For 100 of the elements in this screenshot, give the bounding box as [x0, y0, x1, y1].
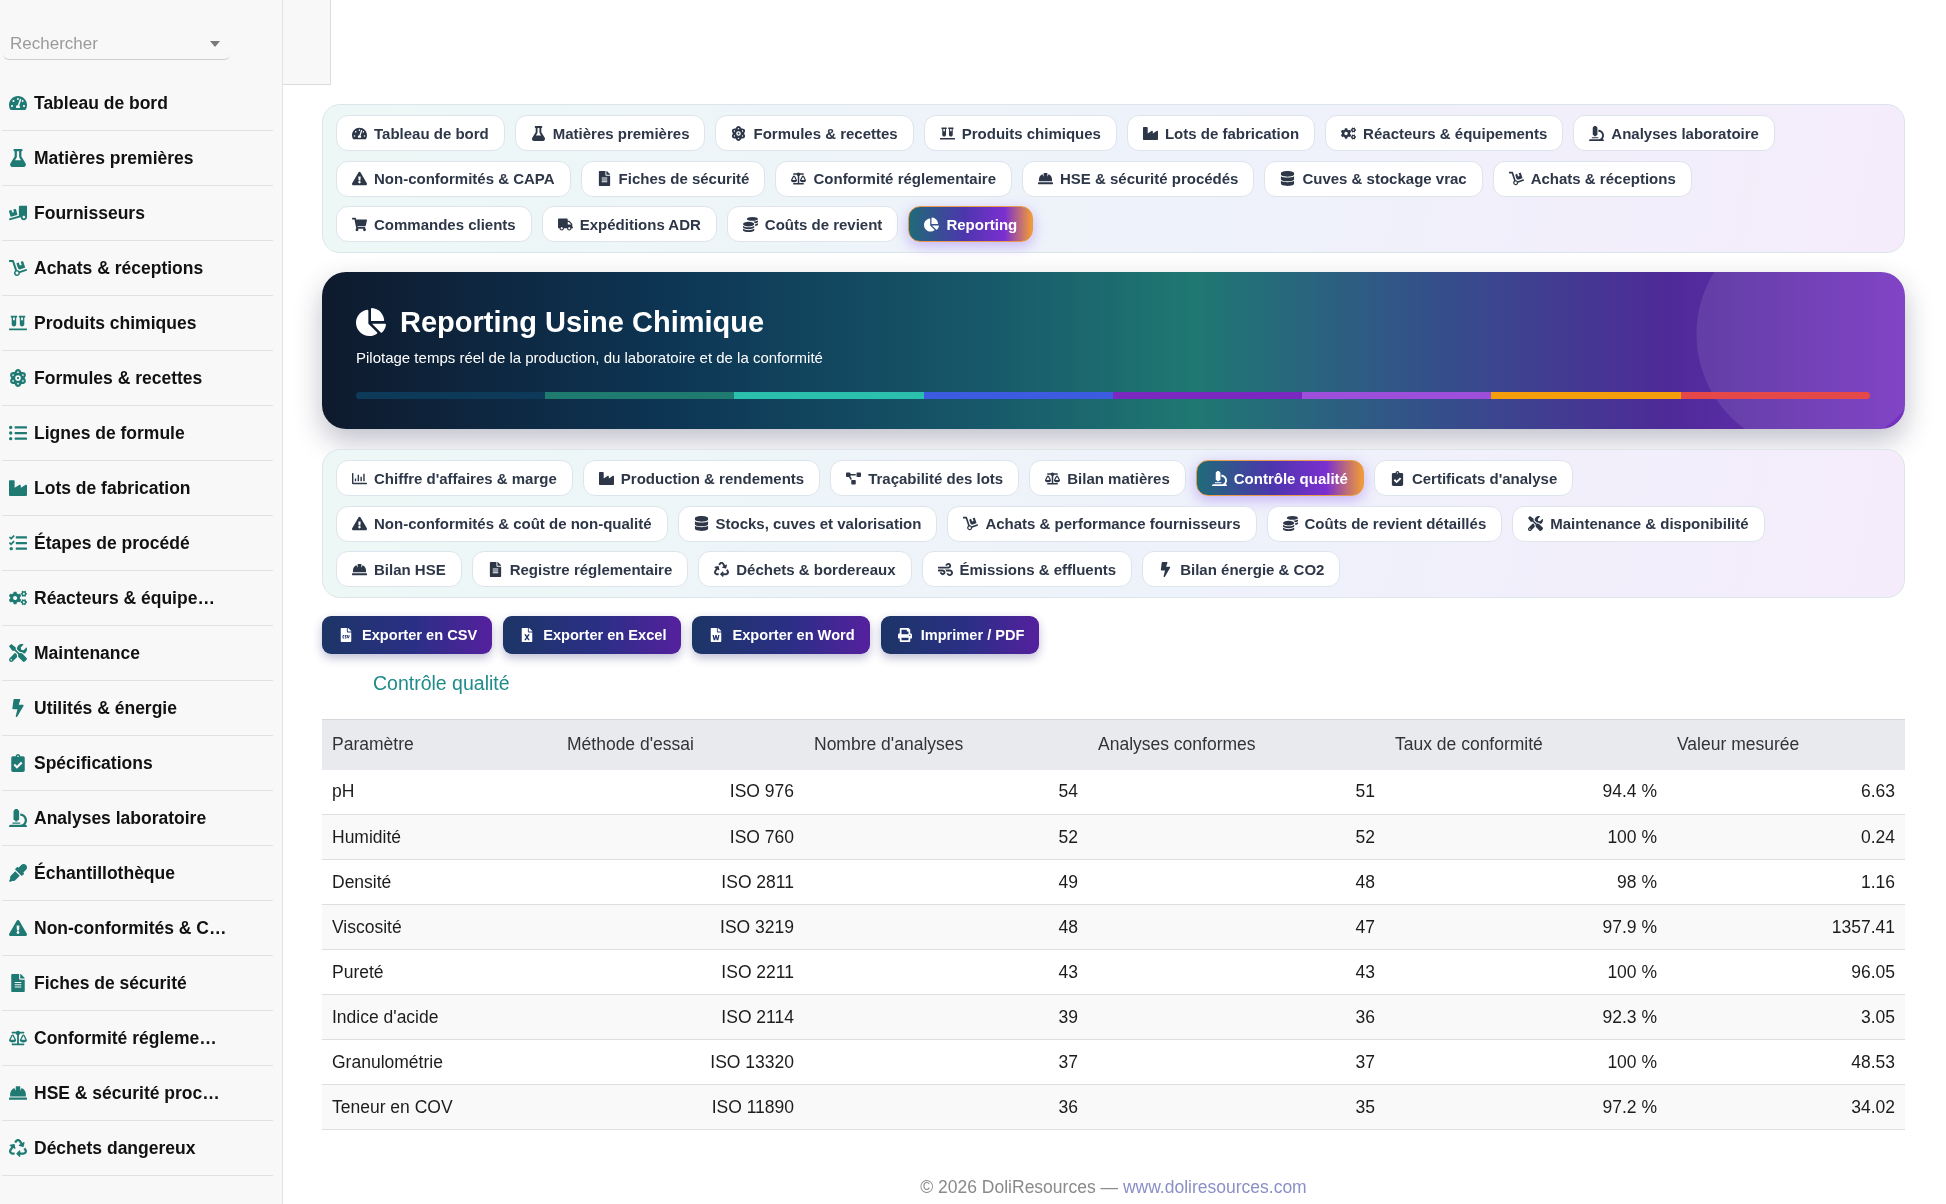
gauge-icon	[9, 94, 27, 112]
copyright-text: © 2026 DoliResources —	[920, 1177, 1118, 1197]
table-cell: 47	[1088, 904, 1385, 950]
recycle-icon	[714, 561, 730, 577]
export-button[interactable]: Imprimer / PDF	[880, 616, 1040, 654]
table-cell: 97.9 %	[1385, 904, 1667, 950]
banner-subtitle: Pilotage temps réel de la production, du laboratoire et de la conformité	[356, 349, 824, 367]
factory-icon	[598, 470, 614, 486]
nav-tab[interactable]: Commandes clients	[336, 206, 532, 242]
table-cell: 39	[804, 994, 1088, 1040]
table-cell: 54	[804, 769, 1088, 815]
nav-tab[interactable]: Bilan HSE	[336, 551, 462, 587]
nav-tab[interactable]: Matières premières	[514, 115, 706, 151]
export-button[interactable]: Exporter en Word	[692, 616, 870, 654]
section-title: Contrôle qualité	[373, 671, 510, 695]
printer-icon	[897, 628, 912, 642]
nav-tab[interactable]: Cuves & stockage vrac	[1264, 160, 1483, 197]
sidebar-item[interactable]: Fournisseurs	[2, 186, 273, 241]
sidebar-item[interactable]: Formules & recettes	[2, 351, 273, 406]
nav-tab[interactable]: Production & rendements	[582, 460, 821, 496]
excel-file-icon	[520, 628, 535, 642]
caret-icon	[210, 40, 220, 47]
tools-icon	[1528, 516, 1544, 531]
microscope-icon	[1589, 125, 1605, 141]
nav-tab[interactable]: Analyses laboratoire	[1573, 115, 1775, 151]
nav-tab[interactable]: Conformité réglementaire	[775, 160, 1012, 197]
sidebar-item[interactable]: Tableau de bord	[2, 76, 273, 131]
nav-tab[interactable]: Fiches de sécurité	[580, 160, 766, 197]
balance-scale-icon	[791, 171, 807, 186]
table-cell: Densité	[322, 859, 557, 905]
nav-tab[interactable]: Formules & recettes	[715, 115, 914, 151]
nav-tab[interactable]: Non-conformités & CAPA	[336, 160, 571, 197]
sidebar-item[interactable]: Conformité régleme…	[2, 1011, 273, 1066]
sidebar-item[interactable]: Lots de fabrication	[2, 461, 273, 516]
sidebar-item[interactable]: Maintenance	[2, 626, 273, 681]
table-cell: ISO 3219	[557, 904, 804, 950]
column-header: Nombre d'analyses	[804, 719, 1088, 770]
nav-tab[interactable]: Lots de fabrication	[1126, 115, 1316, 151]
nav-tab[interactable]: Tableau de bord	[336, 115, 505, 151]
pie-chart-icon	[356, 307, 386, 337]
export-button[interactable]: Exporter en CSV	[322, 616, 493, 654]
nav-tab[interactable]: Traçabilité des lots	[830, 460, 1020, 496]
nav-tab[interactable]: Certificats d'analyse	[1373, 460, 1574, 496]
nav-tab[interactable]: Bilan matières	[1029, 460, 1186, 496]
sidebar-item[interactable]: Réacteurs & équipe…	[2, 571, 273, 626]
nav-tab[interactable]: Achats & réceptions	[1492, 160, 1692, 197]
table-cell: 43	[804, 949, 1088, 995]
sidebar-item[interactable]: HSE & sécurité proc…	[2, 1066, 273, 1121]
coins-icon	[1282, 516, 1298, 531]
sidebar-item[interactable]: Échantillothèque	[2, 846, 273, 901]
nav-tab[interactable]: Expéditions ADR	[541, 206, 717, 242]
table-cell: Pureté	[322, 949, 557, 995]
banner-title: Reporting Usine Chimique	[400, 305, 765, 339]
nav-tab[interactable]: Non-conformités & coût de non-qualité	[336, 505, 668, 542]
table-cell: 36	[1088, 994, 1385, 1040]
sidebar-item[interactable]: Non-conformités & C…	[2, 901, 273, 956]
microscope-icon	[1211, 470, 1227, 486]
sidebar-item[interactable]: Étapes de procédé	[2, 516, 273, 571]
nav-tab[interactable]: Reporting	[908, 206, 1034, 242]
nav-tab[interactable]: Bilan énergie & CO2	[1142, 551, 1341, 587]
nav-tab[interactable]: Réacteurs & équipements	[1325, 115, 1564, 151]
nav-tab[interactable]: Déchets & bordereaux	[698, 551, 912, 587]
nav-tab[interactable]: Chiffre d'affaires & marge	[336, 460, 573, 496]
sidebar-item[interactable]: Lignes de formule	[2, 406, 273, 461]
sidebar-item[interactable]: Spécifications	[2, 736, 273, 791]
sidebar-item[interactable]: Matières premières	[2, 131, 273, 186]
table-cell: 1357.41	[1667, 904, 1905, 950]
nav-tab[interactable]: Registre réglementaire	[471, 551, 689, 587]
csv-file-icon	[339, 628, 353, 642]
diagram-icon	[846, 470, 862, 486]
sidebar-item[interactable]: Utilités & énergie	[2, 681, 273, 736]
nav-tab[interactable]: HSE & sécurité procédés	[1022, 160, 1255, 197]
nav-tab[interactable]: Émissions & effluents	[921, 551, 1133, 587]
nav-tab[interactable]: Produits chimiques	[923, 115, 1117, 151]
sidebar-item[interactable]: Analyses laboratoire	[2, 791, 273, 846]
table-cell: ISO 2114	[557, 994, 804, 1040]
table-cell: 35	[1088, 1084, 1385, 1130]
tools-icon	[9, 644, 27, 662]
warning-icon	[352, 516, 367, 531]
sidebar-item[interactable]: Fiches de sécurité	[2, 956, 273, 1011]
checklist-icon	[9, 534, 27, 552]
nav-tab[interactable]: Achats & performance fournisseurs	[947, 505, 1257, 542]
table-cell: 100 %	[1385, 814, 1667, 860]
nav-tab[interactable]: Coûts de revient détaillés	[1266, 505, 1503, 542]
table-cell: ISO 976	[557, 769, 804, 815]
nav-tab[interactable]: Maintenance & disponibilité	[1512, 505, 1765, 542]
table-cell: 37	[804, 1039, 1088, 1085]
sidebar-item[interactable]: Produits chimiques	[2, 296, 273, 351]
nav-tab[interactable]: Contrôle qualité	[1195, 460, 1364, 496]
table-cell: 6.63	[1667, 769, 1905, 815]
table-cell: Viscosité	[322, 904, 557, 950]
atom-icon	[9, 369, 27, 387]
gears-icon	[1341, 125, 1357, 141]
sidebar-item[interactable]: Achats & réceptions	[2, 241, 273, 296]
nav-tab[interactable]: Stocks, cuves et valorisation	[677, 505, 938, 542]
sidebar-item[interactable]: Déchets dangereux	[2, 1121, 273, 1176]
nav-tab[interactable]: Coûts de revient	[726, 206, 899, 242]
recycle-icon	[9, 1139, 27, 1157]
export-button[interactable]: Exporter en Excel	[503, 616, 682, 654]
factory-icon	[9, 479, 27, 497]
